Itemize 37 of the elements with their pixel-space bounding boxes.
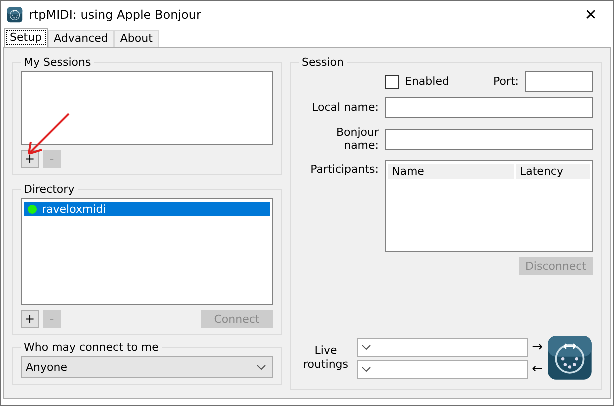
group-title: My Sessions <box>23 56 92 69</box>
routing-dropdown[interactable] <box>357 360 528 378</box>
live-routings-label: Live routings <box>302 344 350 372</box>
checkbox-label: Enabled <box>405 75 450 88</box>
column-header[interactable]: Name <box>388 164 514 179</box>
field-label: Bonjour name: <box>335 126 379 152</box>
local-name-field[interactable] <box>385 97 593 118</box>
group-title: Directory <box>23 183 76 196</box>
column-header[interactable]: Latency <box>516 164 590 179</box>
midi-connector-icon <box>547 335 593 381</box>
bonjour-name-field[interactable] <box>385 128 593 150</box>
tab[interactable]: Advanced <box>48 30 114 47</box>
chevron-icon <box>257 364 266 370</box>
group-title: Session <box>301 56 345 69</box>
add-button[interactable]: + <box>21 150 39 168</box>
chevron-icon <box>362 366 371 372</box>
chevron-icon <box>362 344 371 350</box>
add-button[interactable]: + <box>21 310 39 328</box>
routing-dropdown[interactable] <box>357 338 528 356</box>
checkbox[interactable] <box>385 74 399 88</box>
field-label: Participants: <box>310 162 379 176</box>
port-label: Port: <box>493 75 519 88</box>
port-field[interactable] <box>525 71 593 92</box>
arrow-label: ← <box>532 360 543 378</box>
participants-list[interactable]: Name Latency <box>385 160 593 252</box>
group-title: Who may connect to me <box>23 341 160 354</box>
field-label: Local name: <box>311 101 379 114</box>
arrow-label: → <box>532 338 543 356</box>
window-title: rtpMIDI: using Apple Bonjour <box>29 8 202 22</box>
sessions-list[interactable] <box>21 71 273 145</box>
close-button[interactable]: ✕ <box>569 6 613 24</box>
tab[interactable]: About <box>114 30 159 47</box>
directory-list[interactable]: raveloxmidi <box>21 198 273 305</box>
midi-connector-icon <box>7 6 23 22</box>
list-item[interactable]: raveloxmidi <box>24 202 270 216</box>
tab[interactable]: Setup <box>4 28 48 47</box>
access-dropdown[interactable]: Anyone <box>21 356 273 378</box>
